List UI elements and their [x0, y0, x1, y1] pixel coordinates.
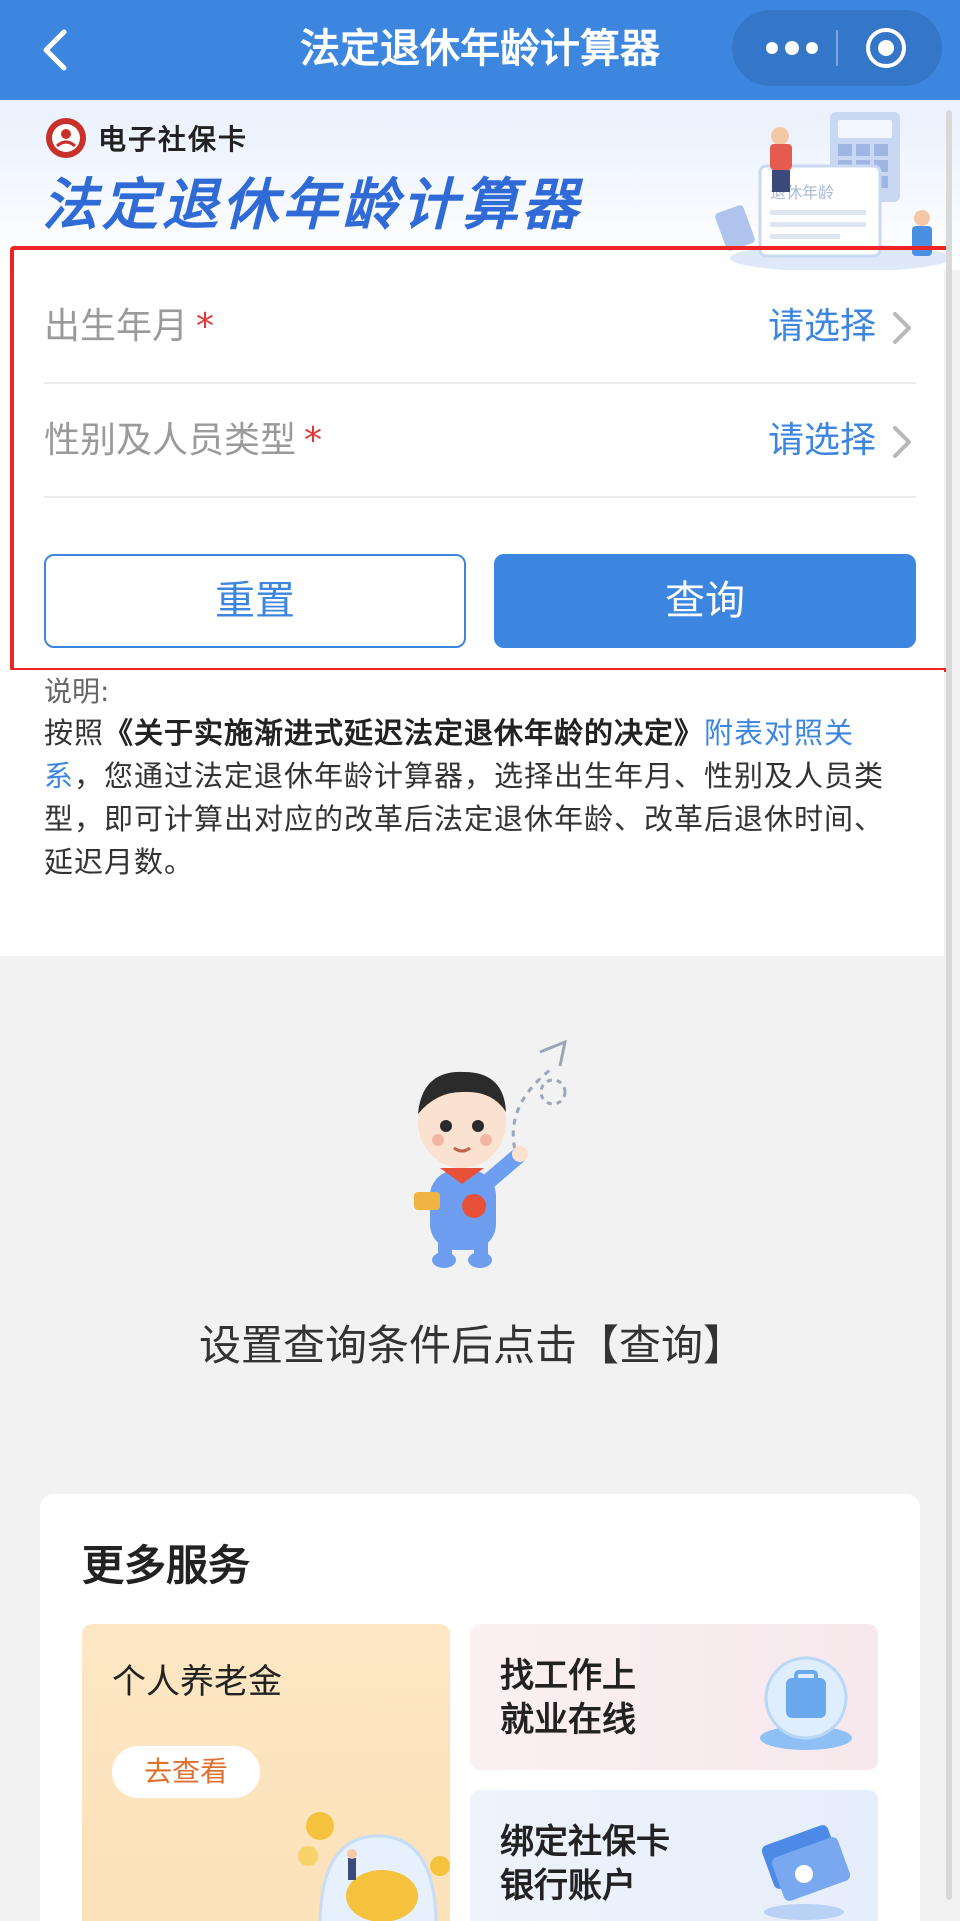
social-security-seal-icon [46, 118, 86, 158]
instructions-heading: 说明: [44, 675, 110, 708]
header-banner: 电子社保卡 法定退休年龄计算器 退休年龄 [0, 100, 960, 272]
empty-state-text: 设置查询条件后点击【查询】 [198, 1321, 745, 1370]
instructions: 说明: 按照《关于实施渐进式延迟法定退休年龄的决定》附表对照关系，您通过法定退休… [0, 670, 944, 956]
mini-program-capsule [732, 10, 942, 86]
briefcase-icon [760, 1656, 852, 1750]
highlight-frame [10, 246, 950, 672]
instructions-body: 按照《关于实施渐进式延迟法定退休年龄的决定》附表对照关系，您通过法定退休年龄计算… [44, 712, 900, 884]
service-tile-bank-account[interactable]: 绑定社保卡 银行账户 [470, 1790, 878, 1921]
instructions-text: ，您通过法定退休年龄计算器，选择出生年月、性别及人员类型，即可计算出对应的改革后… [44, 759, 885, 879]
piggy-bank-icon [298, 1812, 450, 1921]
brand-logo: 电子社保卡 [44, 116, 248, 160]
job-service-line2: 就业在线 [500, 1700, 636, 1740]
instructions-prefix: 按照 [44, 716, 105, 750]
bank-service-label: 绑定社保卡 银行账户 [500, 1820, 670, 1908]
job-service-line1: 找工作上 [500, 1656, 636, 1696]
banner-title: 法定退休年龄计算器 [42, 173, 582, 238]
view-pension-button[interactable]: 去查看 [112, 1746, 260, 1798]
brand-name: 电子社保卡 [98, 123, 249, 156]
service-tile-job[interactable]: 找工作上 就业在线 [470, 1624, 878, 1770]
bank-service-line1: 绑定社保卡 [500, 1822, 670, 1862]
job-service-label: 找工作上 就业在线 [500, 1654, 636, 1742]
more-services-title: 更多服务 [82, 1541, 251, 1590]
scrollbar[interactable] [946, 110, 952, 1900]
bank-card-icon [761, 1825, 851, 1920]
pension-title: 个人养老金 [112, 1662, 282, 1702]
boy-pointing-illustration [414, 1039, 568, 1268]
capsule-divider [836, 30, 838, 66]
bank-service-line2: 银行账户 [500, 1866, 636, 1906]
navbar: 法定退休年龄计算器 [0, 0, 960, 100]
policy-document-title: 《关于实施渐进式延迟法定退休年龄的决定》 [104, 716, 705, 750]
more-services-card: 更多服务 个人养老金 去查看 找工作上 就业在线 绑定社保卡 银行账户 [40, 1494, 920, 1921]
more-dots-icon[interactable] [762, 32, 822, 64]
service-tile-pension[interactable]: 个人养老金 去查看 [82, 1624, 450, 1921]
target-icon[interactable] [864, 26, 908, 70]
